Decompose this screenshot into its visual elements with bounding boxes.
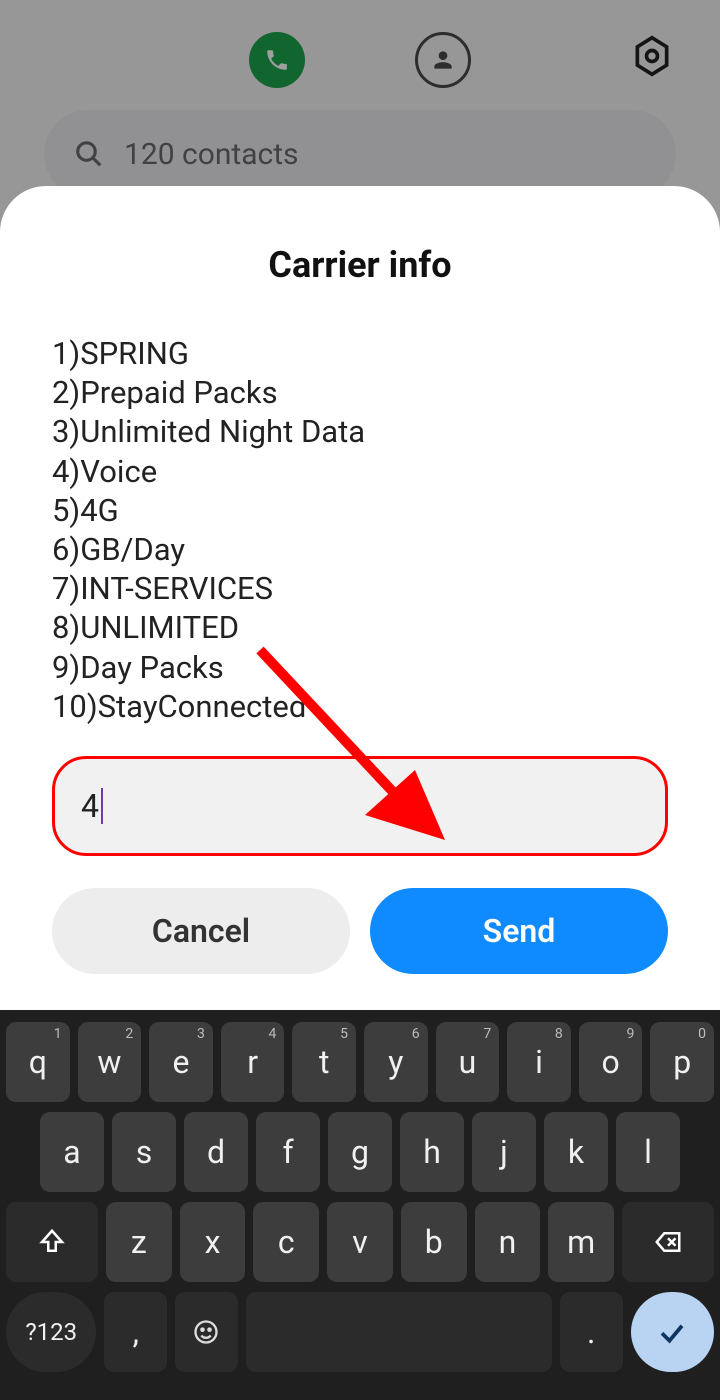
key-w[interactable]: w2 bbox=[78, 1022, 142, 1102]
comma-key[interactable]: , bbox=[104, 1292, 167, 1372]
input-value: 4 bbox=[81, 787, 99, 825]
ussd-input[interactable]: 4 bbox=[52, 756, 668, 856]
key-q[interactable]: q1 bbox=[6, 1022, 70, 1102]
menu-option: 4)Voice bbox=[52, 452, 668, 491]
key-b[interactable]: b bbox=[401, 1202, 467, 1282]
space-key[interactable] bbox=[246, 1292, 552, 1372]
cancel-button[interactable]: Cancel bbox=[52, 888, 350, 974]
menu-option: 1)SPRING bbox=[52, 334, 668, 373]
key-l[interactable]: l bbox=[616, 1112, 680, 1192]
key-r[interactable]: r4 bbox=[221, 1022, 285, 1102]
menu-option: 5)4G bbox=[52, 491, 668, 530]
key-n[interactable]: n bbox=[475, 1202, 541, 1282]
key-o[interactable]: o9 bbox=[579, 1022, 643, 1102]
menu-option: 6)GB/Day bbox=[52, 530, 668, 569]
key-s[interactable]: s bbox=[112, 1112, 176, 1192]
period-key[interactable]: . bbox=[560, 1292, 623, 1372]
menu-option: 2)Prepaid Packs bbox=[52, 373, 668, 412]
key-a[interactable]: a bbox=[40, 1112, 104, 1192]
key-k[interactable]: k bbox=[544, 1112, 608, 1192]
shift-icon bbox=[37, 1227, 67, 1257]
dialog-buttons: Cancel Send bbox=[52, 888, 668, 974]
key-g[interactable]: g bbox=[328, 1112, 392, 1192]
enter-key[interactable] bbox=[631, 1292, 715, 1372]
shift-key[interactable] bbox=[6, 1202, 98, 1282]
menu-option: 7)INT-SERVICES bbox=[52, 569, 668, 608]
symbols-key[interactable]: ?123 bbox=[6, 1292, 96, 1372]
backspace-icon bbox=[651, 1227, 685, 1257]
key-i[interactable]: i8 bbox=[507, 1022, 571, 1102]
key-j[interactable]: j bbox=[472, 1112, 536, 1192]
menu-option: 8)UNLIMITED bbox=[52, 608, 668, 647]
menu-option: 10)StayConnected bbox=[52, 687, 668, 726]
backspace-key[interactable] bbox=[622, 1202, 714, 1282]
key-row-4: ?123 , . bbox=[6, 1292, 714, 1372]
carrier-info-dialog: Carrier info 1)SPRING 2)Prepaid Packs 3)… bbox=[0, 186, 720, 1010]
key-u[interactable]: u7 bbox=[436, 1022, 500, 1102]
emoji-key[interactable] bbox=[175, 1292, 238, 1372]
key-e[interactable]: e3 bbox=[149, 1022, 213, 1102]
check-icon bbox=[655, 1317, 689, 1347]
key-f[interactable]: f bbox=[256, 1112, 320, 1192]
key-c[interactable]: c bbox=[253, 1202, 319, 1282]
key-v[interactable]: v bbox=[327, 1202, 393, 1282]
key-row-2: a s d f g h j k l bbox=[6, 1112, 714, 1192]
key-m[interactable]: m bbox=[548, 1202, 614, 1282]
key-row-3: z x c v b n m bbox=[6, 1202, 714, 1282]
key-z[interactable]: z bbox=[106, 1202, 172, 1282]
ussd-menu-list: 1)SPRING 2)Prepaid Packs 3)Unlimited Nig… bbox=[52, 334, 668, 726]
key-x[interactable]: x bbox=[180, 1202, 246, 1282]
key-row-1: q1 w2 e3 r4 t5 y6 u7 i8 o9 p0 bbox=[6, 1022, 714, 1102]
key-p[interactable]: p0 bbox=[650, 1022, 714, 1102]
menu-option: 9)Day Packs bbox=[52, 648, 668, 687]
soft-keyboard: q1 w2 e3 r4 t5 y6 u7 i8 o9 p0 a s d f g … bbox=[0, 1010, 720, 1400]
key-h[interactable]: h bbox=[400, 1112, 464, 1192]
menu-option: 3)Unlimited Night Data bbox=[52, 412, 668, 451]
text-caret bbox=[101, 788, 103, 824]
key-t[interactable]: t5 bbox=[292, 1022, 356, 1102]
emoji-icon bbox=[192, 1318, 220, 1346]
send-button[interactable]: Send bbox=[370, 888, 668, 974]
dialog-title: Carrier info bbox=[52, 244, 668, 286]
key-d[interactable]: d bbox=[184, 1112, 248, 1192]
key-y[interactable]: y6 bbox=[364, 1022, 428, 1102]
